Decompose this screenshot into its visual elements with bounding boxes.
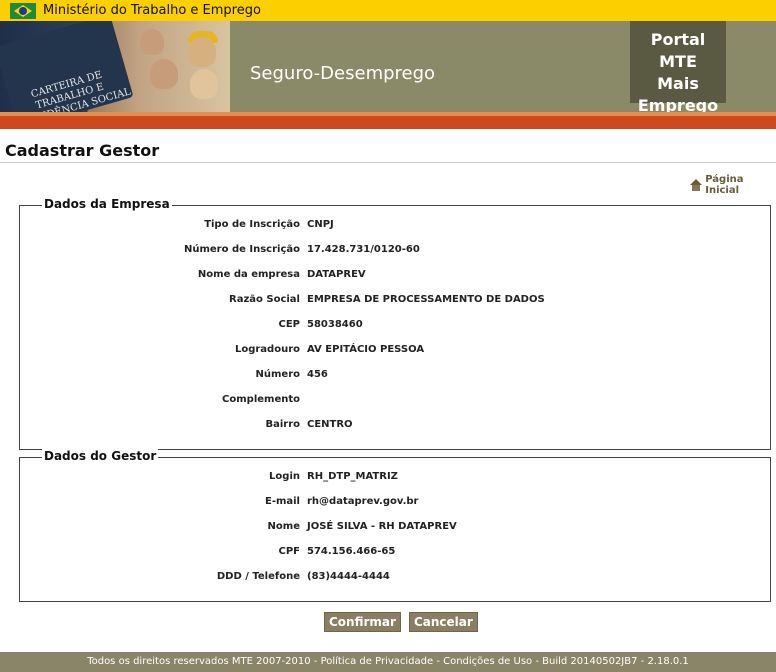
home-link-label: Página Inicial: [705, 174, 744, 196]
company-row: Razão Social EMPRESA DE PROCESSAMENTO DE…: [20, 294, 770, 314]
company-data-section: Dados da Empresa Tipo de Inscrição CNPJ …: [19, 197, 771, 450]
field-label: Nome: [267, 521, 300, 532]
field-label: Número de Inscrição: [183, 244, 300, 255]
field-label: Tipo de Inscrição: [204, 219, 300, 230]
field-label: Logradouro: [234, 344, 300, 355]
field-label: CPF: [278, 546, 301, 557]
portal-line: Portal MTE: [650, 30, 706, 71]
portal-mte-link[interactable]: Portal MTE Mais Emprego: [630, 21, 726, 115]
confirm-button[interactable]: Confirmar: [324, 612, 401, 632]
brazil-flag-icon: [10, 3, 36, 19]
field-label: CEP: [278, 319, 301, 330]
company-row: Tipo de Inscrição CNPJ: [20, 219, 770, 239]
field-value: AV EPITÁCIO PESSOA: [307, 344, 425, 355]
person-image: [150, 59, 178, 89]
field-value: CENTRO: [307, 419, 353, 430]
header-stripe: [0, 116, 776, 129]
field-value: rh@dataprev.gov.br: [307, 496, 419, 507]
company-row: Logradouro AV EPITÁCIO PESSOA: [20, 344, 770, 364]
field-label: Complemento: [222, 394, 300, 405]
field-value: 574.156.466-65: [307, 546, 396, 557]
manager-row: CPF 574.156.466-65: [20, 546, 770, 566]
field-label: DDD / Telefone: [216, 571, 300, 582]
field-label: Bairro: [265, 419, 300, 430]
cancel-button[interactable]: Cancelar: [408, 612, 478, 632]
manager-row: E-mail rh@dataprev.gov.br: [20, 496, 770, 516]
company-row: Bairro CENTRO: [20, 419, 770, 439]
portal-line: Mais: [657, 74, 699, 93]
form-actions: Confirmar Cancelar: [324, 612, 478, 632]
field-value: EMPRESA DE PROCESSAMENTO DE DADOS: [307, 294, 545, 305]
field-label: Nome da empresa: [197, 269, 300, 280]
section-legend: Dados do Gestor: [42, 449, 159, 463]
manager-data-section: Dados do Gestor Login RH_DTP_MATRIZ E-ma…: [19, 449, 771, 602]
home-link[interactable]: Página Inicial: [690, 174, 776, 196]
field-label: Número: [255, 369, 301, 380]
field-value: CNPJ: [307, 219, 334, 230]
company-row: Complemento: [20, 394, 770, 414]
field-value: (83)4444-4444: [307, 571, 390, 582]
manager-row: DDD / Telefone (83)4444-4444: [20, 571, 770, 591]
ministry-title: Ministério do Trabalho e Emprego: [43, 3, 261, 18]
header-banner: CARTEIRA DE TRABALHO E PREVIDÊNCIA SOCIA…: [0, 21, 776, 115]
company-row: Número 456: [20, 369, 770, 389]
field-value: DATAPREV: [307, 269, 366, 280]
workers-photo: CARTEIRA DE TRABALHO E PREVIDÊNCIA SOCIA…: [0, 21, 230, 112]
company-row: Número de Inscrição 17.428.731/0120-60: [20, 244, 770, 264]
company-row: Nome da empresa DATAPREV: [20, 269, 770, 289]
field-value: 58038460: [307, 319, 363, 330]
service-title: Seguro-Desemprego: [250, 63, 436, 84]
field-value: 17.428.731/0120-60: [307, 244, 420, 255]
person-image: [190, 69, 218, 99]
manager-row: Login RH_DTP_MATRIZ: [20, 471, 770, 491]
field-value: JOSÉ SILVA - RH DATAPREV: [307, 521, 457, 532]
home-icon: [690, 179, 702, 191]
field-value: 456: [307, 369, 328, 380]
footer: Todos os direitos reservados MTE 2007-20…: [0, 652, 776, 672]
field-label: Razão Social: [229, 294, 300, 305]
person-image: [188, 37, 216, 67]
government-bar: Ministério do Trabalho e Emprego: [0, 0, 776, 21]
page-title: Cadastrar Gestor: [5, 141, 160, 160]
field-label: E-mail: [264, 496, 300, 507]
manager-row: Nome JOSÉ SILVA - RH DATAPREV: [20, 521, 770, 541]
section-legend: Dados da Empresa: [42, 197, 172, 211]
divider: [0, 162, 776, 163]
company-row: CEP 58038460: [20, 319, 770, 339]
field-value: RH_DTP_MATRIZ: [307, 471, 398, 482]
person-image: [140, 29, 164, 55]
field-label: Login: [269, 471, 300, 482]
